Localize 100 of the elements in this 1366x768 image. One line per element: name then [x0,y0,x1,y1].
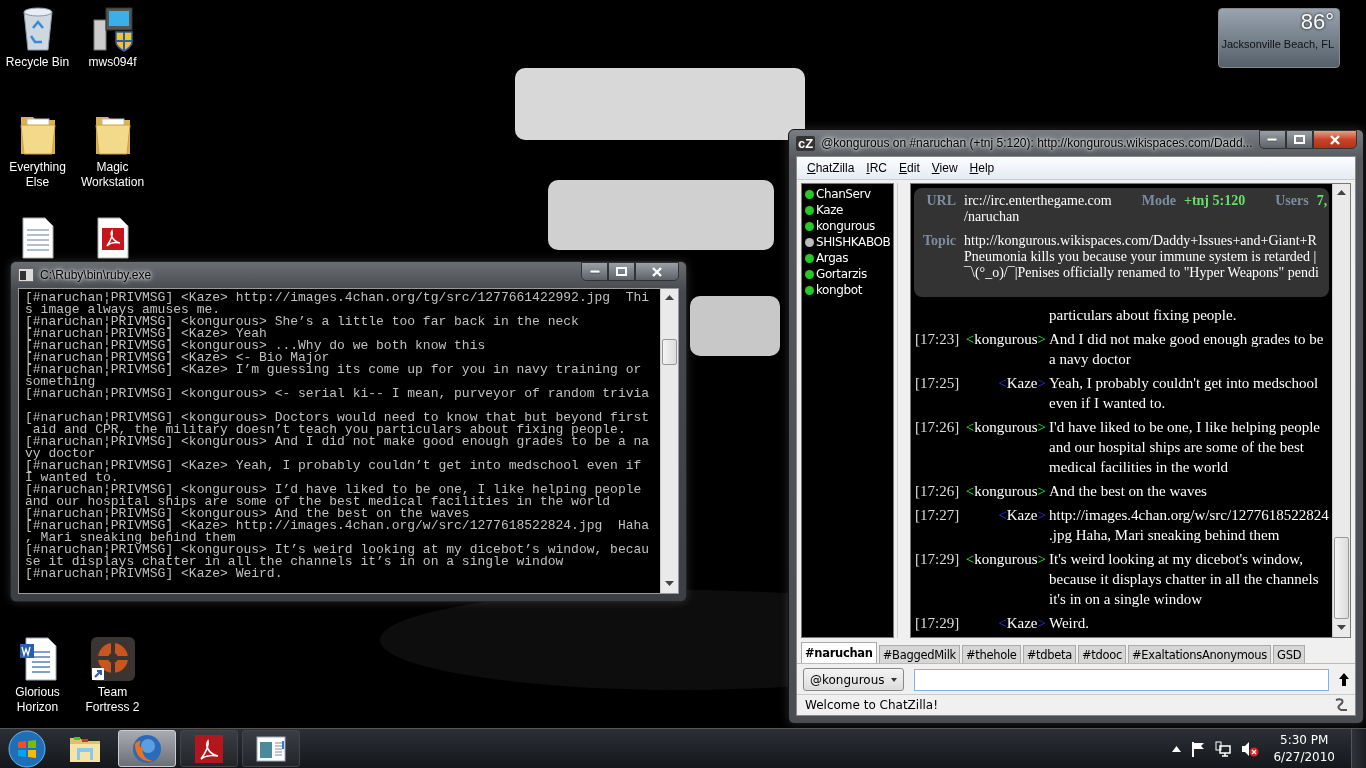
start-button[interactable] [8,729,46,768]
channel-tab[interactable]: #BaggedMilk [878,645,960,663]
minimize-button[interactable] [1258,130,1286,149]
channel-tab[interactable]: #tdbeta [1022,645,1076,663]
document-icon [20,216,55,260]
message-nick: <kongurous> [964,482,1046,501]
network-icon[interactable] [1215,740,1232,757]
message-time: [17:27] [915,506,961,525]
maximize-button[interactable] [1285,130,1313,149]
minimize-button[interactable] [581,262,608,281]
icon-label[interactable]: Magic Workstation [76,160,149,190]
console-line: se it displays chatter in all the channels it’s in on a single window [25,556,564,568]
close-icon [651,266,663,277]
mode-value: +tnj 5:120 [1183,193,1246,210]
console-line: [#naruchan¦PRIVMSG] <Kaze> http://images.4chan.org/w/src/1277618522824.jpg Haha [25,520,651,532]
muted-speaker-icon[interactable] [1241,740,1260,757]
channel-url[interactable]: irc://irc.enterthegame.com /naruchan [964,193,1112,225]
menu-item[interactable]: IRC [860,159,894,177]
console-line: aid and CPR, the military doesn’t teach you particulars about fixing people. [32,424,627,436]
clock[interactable]: 5:30 PM 6/27/2010 [1273,731,1335,766]
icon-label[interactable]: mws094f [76,55,149,70]
menu-item[interactable]: Edit [893,159,926,177]
maximize-button[interactable] [608,262,635,281]
scroll-up-icon[interactable] [665,295,674,301]
scroll-thumb[interactable] [662,339,677,365]
taskbar-button[interactable] [180,730,238,767]
menu-item[interactable]: Help [963,159,1001,177]
channel-tab[interactable]: #naruchan [801,642,877,663]
console-line: [#naruchan¦PRIVMSG] <kongurous> <- serial ki-- I mean, purveyor of random trivia [25,388,651,400]
user-nick[interactable]: kongbot [816,283,862,297]
console-line: [#naruchan¦PRIVMSG] <kongurous> I’d have liked to be one, I like helping people [25,484,643,496]
message-nick: <kongurous> [964,418,1046,437]
message-text: I'd have liked to be one, I like helping people and our hospital ships are some of the best medical facilities in the world [1049,418,1321,477]
message-text: Weird. [1049,614,1091,633]
taskbar-button[interactable] [242,730,300,767]
scrollbar[interactable] [1332,184,1350,637]
icon-label[interactable]: Team Fortress 2 [76,685,149,715]
message-nick: <kongurous> [964,550,1046,569]
console-line: s image always amuses me. [25,304,221,316]
scroll-thumb[interactable] [1334,537,1349,619]
message-nick: <kongurous> [964,330,1046,349]
message-input[interactable] [913,668,1329,691]
time: 5:30 PM [1280,731,1329,749]
user-nick[interactable]: ChanServ [816,187,871,201]
message-time: [17:29] [915,614,961,633]
maximize-icon [616,267,627,276]
message-time: [17:25] [915,374,961,393]
message-text: And I did not make good enough grades to be a navy doctor [1049,330,1325,369]
flag-icon[interactable] [1191,740,1206,757]
message-text: Yeah, I probably couldn't get into medschool even if I wanted to. [1049,374,1320,413]
console-line: [#naruchan¦PRIVMSG] <Kaze> Weird. [25,568,284,580]
console-line: [#naruchan¦PRIVMSG] <kongurous> It’s weird looking at my dicebot’s window, becau [25,544,651,556]
nickname-button[interactable]: @kongurous [803,668,904,691]
users-label: Users [1275,193,1309,210]
console-line: and our hospital ships are some of the best medical facilities in the world [25,496,611,508]
icon-label[interactable]: Recycle Bin [1,55,74,70]
app-logo: cZ [796,135,816,151]
message-time: [17:26] [915,482,961,501]
console-line: [#naruchan¦PRIVMSG] <kongurous> And the best on the waves [25,508,470,520]
user-nick[interactable]: Argas [816,251,849,265]
channel-topic: http://kongurous.wikispaces.com/Daddy+Issues+and+Giant+R Pneumonia kills you because your immune system is retarded | ¯\(°_o)/¯|Penises officially renamed to "Hyper Weapons" pendi [964,233,1319,281]
message-time: [17:29] [915,550,961,569]
scroll-down-icon[interactable] [665,581,674,587]
console-line: [#naruchan¦PRIVMSG] <Kaze> <- Bio Major [25,352,331,364]
channel-tab[interactable]: #ExaltationsAnonymous [1128,645,1271,663]
console-icon [18,268,34,282]
close-button[interactable] [1312,130,1357,149]
scrollbar[interactable] [660,289,678,593]
minimize-icon [1267,137,1278,142]
url-label: URL [925,193,956,210]
window-title: C:\Ruby\bin\ruby.exe [40,268,153,282]
user-nick[interactable]: Gortarzis [816,267,867,281]
console-line: [#naruchan¦PRIVMSG] <Kaze> http://images.4chan.org/tg/src/1277661422992.jpg Thi [25,292,651,304]
temperature: 86° [1300,9,1334,35]
user-nick[interactable]: kongurous [816,219,875,233]
console-line: [#naruchan¦PRIVMSG] <Kaze> I’m guessing its come up for you in navy training or [25,364,643,376]
user-nick[interactable]: Kaze [816,203,844,217]
menu-item[interactable]: ChatZilla [801,159,861,177]
channel-tab[interactable]: #tdooc [1077,645,1126,663]
channel-tab[interactable]: #thehole [961,645,1021,663]
scroll-down-icon[interactable] [1337,625,1346,631]
up-arrow-icon[interactable] [1339,673,1349,686]
message-nick: <Kaze> [997,506,1046,525]
menu-item[interactable]: View [925,159,964,177]
icon-label[interactable]: Glorious Horizon [1,685,74,715]
date: 6/27/2010 [1273,748,1335,766]
console-line: , Mari sneaking behind them [25,532,236,544]
channel-tab[interactable]: GSD [1273,645,1306,663]
pdf-reader-icon [195,734,223,763]
scroll-up-icon[interactable] [1337,190,1346,196]
message-text: particulars about fixing people. [1049,306,1238,325]
icon-label[interactable]: Everything Else [1,160,74,190]
window-icon [256,735,286,762]
console-line: [#naruchan¦PRIVMSG] <kongurous> ...Why do we both know this [25,340,487,352]
user-nick[interactable]: SHISHKABOB [816,235,891,249]
console-line: [#naruchan¦PRIVMSG] <kongurous> And I did not make good enough grades to be a na [25,436,651,448]
console-line: [#naruchan¦PRIVMSG] <kongurous> Doctors would need to know that but beyond first [25,412,651,424]
caret-icon[interactable] [1172,745,1182,752]
close-button[interactable] [635,262,679,281]
console-line: I wanted to. [25,472,119,484]
